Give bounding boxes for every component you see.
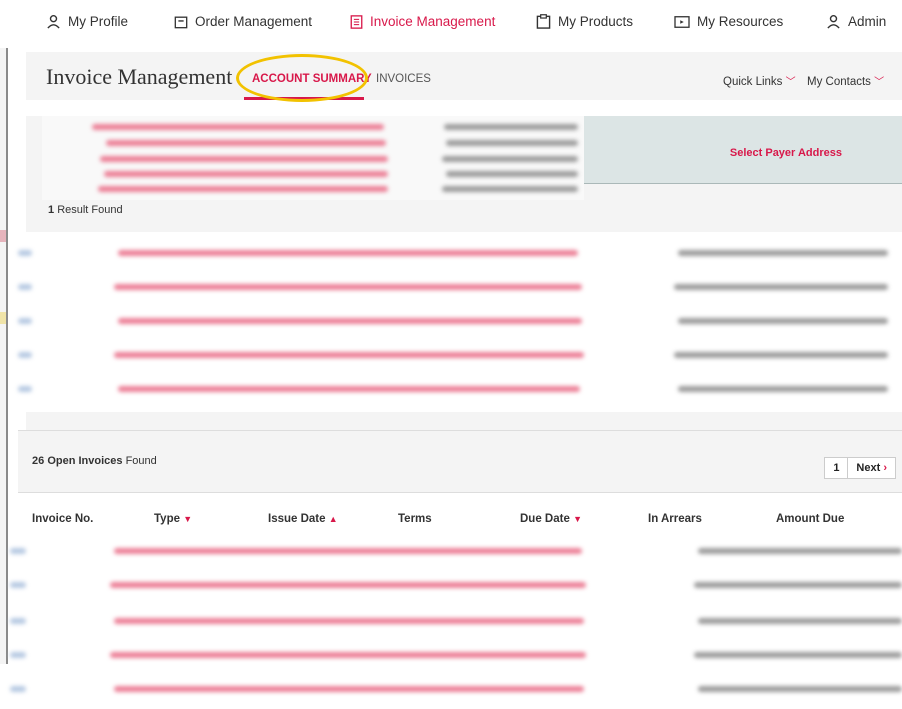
column-type[interactable]: Type ▼ [154,513,192,525]
nav-invoice-management[interactable]: Invoice Management [350,14,495,29]
invoice-table-header: Invoice No. Type ▼ Issue Date ▲ Terms Du… [18,492,902,530]
open-invoices-header: 26 Open Invoices Found 1 Next › [18,430,902,492]
column-label: In Arrears [648,513,702,525]
sort-up-icon: ▲ [328,514,338,524]
open-invoices-count: 26 Open Invoices Found [32,455,157,467]
chevron-right-icon: › [883,462,887,474]
nav-my-resources[interactable]: My Resources [674,14,783,29]
column-label: Amount Due [776,513,845,525]
result-count: 1 [48,204,55,216]
window-edge [0,34,8,664]
nav-label: My Products [558,14,634,29]
column-label: Invoice No. [32,513,94,525]
sort-down-icon: ▼ [573,514,582,524]
nav-label: My Resources [697,14,784,29]
play-box-icon [674,15,690,28]
active-tab-indicator [244,97,364,100]
my-contacts-dropdown[interactable]: My Contacts ﹀ [807,73,884,88]
nav-label: Admin [848,14,887,29]
quick-links-label: Quick Links [723,76,783,88]
page-title: Invoice Management [46,64,233,89]
document-icon [350,14,363,29]
chevron-down-icon: ﹀ [874,77,885,88]
user-icon [827,14,840,29]
nav-label: Order Management [195,14,313,29]
pagination: 1 Next › [824,457,896,479]
nav-my-products[interactable]: My Products [536,14,633,29]
column-issue-date[interactable]: Issue Date ▲ [268,513,338,525]
nav-label: Invoice Management [370,14,496,29]
next-label: Next [856,462,881,474]
clipboard-icon [536,14,551,29]
redacted-payer-details [42,116,584,200]
nav-my-profile[interactable]: My Profile [46,14,128,29]
user-icon [47,14,60,29]
page-header: Invoice Management ACCOUNT SUMMARY INVOI… [26,52,902,100]
edge-mark [0,312,6,324]
column-label: Issue Date [268,513,326,525]
quick-links-dropdown[interactable]: Quick Links ﹀ [723,73,796,88]
panel-spacer [26,412,902,430]
next-page-button[interactable]: Next › [848,457,896,479]
column-due-date[interactable]: Due Date ▼ [520,513,582,525]
invoice-count: 26 [32,455,45,467]
column-label: Type [154,513,180,525]
column-terms[interactable]: Terms [398,513,432,525]
column-amount-due[interactable]: Amount Due [776,513,844,525]
page-number-1[interactable]: 1 [824,457,849,479]
edge-mark [0,230,6,242]
band-divider [584,183,902,184]
invoice-found-label: Found [125,455,157,467]
nav-admin[interactable]: Admin [826,14,886,29]
nav-label: My Profile [68,14,129,29]
my-contacts-label: My Contacts [807,76,871,88]
column-in-arrears[interactable]: In Arrears [648,513,702,525]
select-payer-address-link[interactable]: Select Payer Address [730,147,842,159]
redacted-result-list [18,232,902,412]
column-label: Terms [398,513,432,525]
column-invoice-no[interactable]: Invoice No. [32,513,93,525]
top-navigation: My Profile Order Management Invoice Mana… [0,0,902,48]
tab-account-summary[interactable]: ACCOUNT SUMMARY [252,73,372,85]
nav-order-management[interactable]: Order Management [174,14,312,29]
redacted-invoice-rows [10,530,902,708]
payer-address-band: Select Payer Address [42,116,902,200]
result-found-text: 1 Result Found [48,204,123,216]
column-label: Due Date [520,513,570,525]
sort-down-icon: ▼ [183,514,193,524]
tab-invoices[interactable]: INVOICES [376,73,431,85]
chevron-down-icon: ﹀ [785,77,796,88]
calendar-icon [174,16,188,28]
invoice-count-label: Open Invoices [47,455,123,467]
result-label: Result Found [57,204,123,216]
